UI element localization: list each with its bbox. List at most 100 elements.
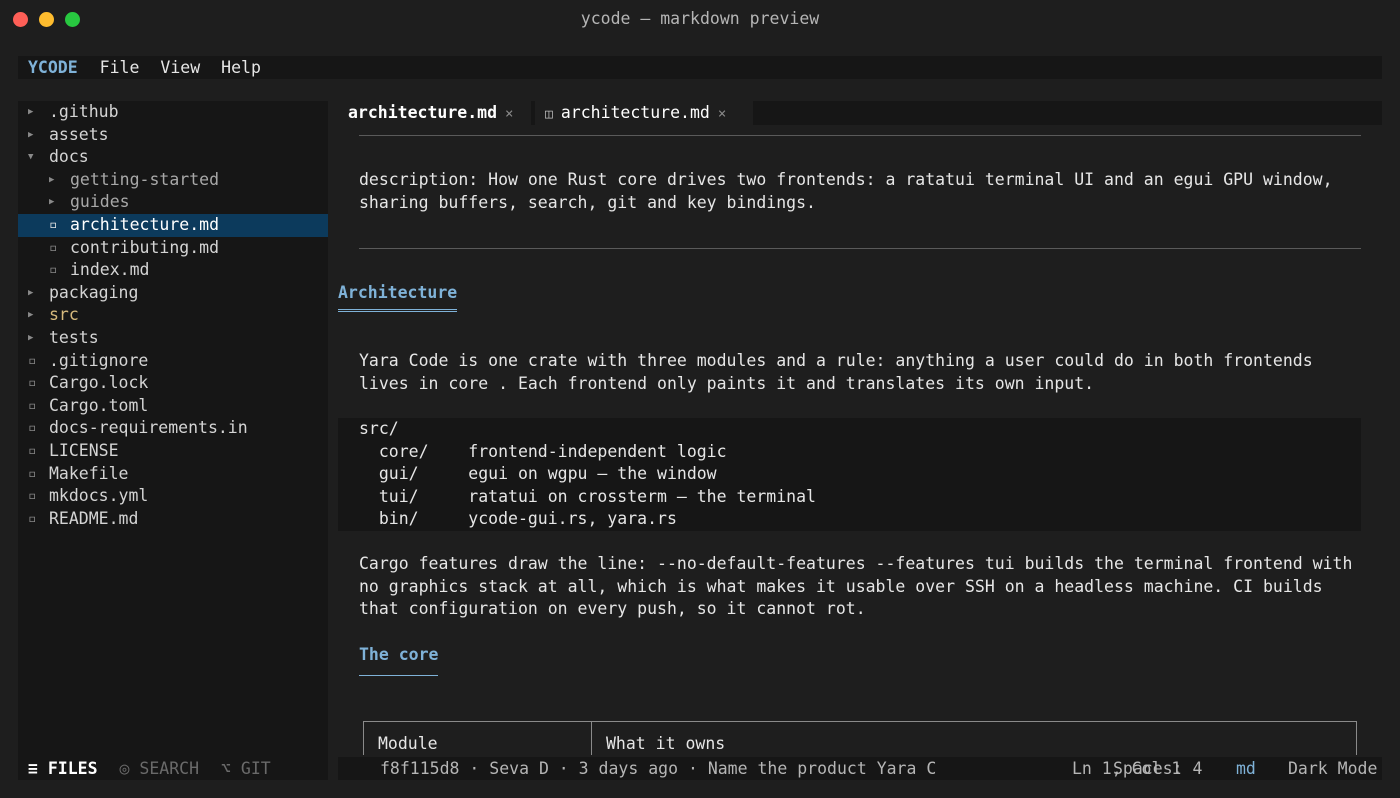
- markdown-preview[interactable]: description: How one Rust core drives tw…: [338, 125, 1382, 755]
- code-line: gui/ egui on wgpu — the window: [359, 464, 717, 484]
- file-icon: ▫: [28, 488, 37, 505]
- front-matter-rule-top: [359, 135, 1361, 136]
- tab-architecture-source[interactable]: architecture.md ×: [338, 101, 531, 125]
- tree-item-label: Makefile: [49, 463, 129, 483]
- tree-item[interactable]: ▫ architecture.md: [18, 214, 328, 237]
- chevron-right-icon: ▶: [28, 287, 34, 298]
- indentation-setting[interactable]: Spaces: 4: [1113, 757, 1202, 780]
- tree-item-label: mkdocs.yml: [49, 486, 149, 506]
- menu-file[interactable]: File: [100, 58, 140, 77]
- window-title: ycode — markdown preview: [580, 9, 820, 28]
- tree-item-label: README.md: [49, 508, 139, 528]
- tree-item[interactable]: ▫ Cargo.toml: [18, 395, 328, 418]
- tree-item-label: src: [49, 305, 79, 325]
- tree-item-label: contributing.md: [70, 237, 220, 257]
- tree-item-label: index.md: [70, 260, 150, 280]
- tree-item[interactable]: ▫ LICENSE: [18, 440, 328, 463]
- file-icon: ▫: [28, 443, 37, 459]
- tree-item[interactable]: ▫ index.md: [18, 259, 328, 282]
- file-icon: ▫: [49, 217, 58, 233]
- chevron-right-icon: ▶: [28, 129, 34, 140]
- tree-item-label: Cargo.lock: [49, 373, 149, 393]
- tree-item-label: getting-started: [70, 169, 220, 189]
- tree-item-label: Cargo.toml: [49, 395, 149, 415]
- chevron-right-icon: ▶: [28, 333, 34, 343]
- code-line: core/ frontend-independent logic: [359, 441, 727, 461]
- chevron-down-icon: ▼: [28, 152, 34, 163]
- app-brand: YCODE: [28, 58, 78, 77]
- tab-close-icon[interactable]: ×: [718, 106, 726, 122]
- sidebar-tab-git[interactable]: ⌥ GIT: [221, 759, 271, 778]
- features-paragraph: Cargo features draw the line: --no-defau…: [359, 554, 1363, 619]
- tree-item[interactable]: ▶ getting-started: [18, 169, 328, 192]
- file-icon: ▫: [28, 420, 37, 437]
- code-line: src/: [359, 419, 399, 438]
- tree-item-label: .github: [49, 102, 119, 121]
- tree-item-label: .gitignore: [49, 350, 149, 370]
- tree-item-label: docs: [49, 147, 89, 167]
- table-column-divider: [591, 722, 592, 755]
- file-explorer: ▶ .github ▶ assets ▼ docs ▶ getting-started ▶ gui…: [18, 101, 328, 780]
- file-icon: ▫: [28, 510, 37, 527]
- table-header-owns: What it owns: [606, 734, 726, 753]
- title-bar: ycode — markdown preview: [0, 0, 1400, 39]
- chevron-right-icon: ▶: [28, 107, 34, 117]
- file-icon: ▫: [28, 465, 37, 482]
- tree-item-label: tests: [49, 328, 99, 347]
- tree-item[interactable]: ▫ README.md: [18, 508, 328, 531]
- tree-item-label: docs-requirements.in: [49, 418, 248, 438]
- tree-item[interactable]: ▶ guides: [18, 191, 328, 214]
- menu-bar: YCODE File View Help: [18, 56, 1382, 79]
- tab-label: architecture.md: [348, 103, 498, 122]
- tree-item[interactable]: ▶ assets: [18, 124, 328, 147]
- file-icon: ▫: [28, 352, 37, 369]
- code-line: tui/ ratatui on crossterm — the terminal: [359, 486, 816, 506]
- tree-item[interactable]: ▫ contributing.md: [18, 237, 328, 260]
- intro-paragraph: Yara Code is one crate with three module…: [359, 351, 1323, 393]
- git-last-commit[interactable]: f8f115d8 · Seva D · 3 days ago · Name th…: [380, 757, 936, 780]
- file-icon: ▫: [49, 262, 58, 279]
- tree-item[interactable]: ▶ packaging: [18, 282, 328, 305]
- theme-toggle[interactable]: Dark Mode: [1288, 757, 1377, 780]
- menu-help[interactable]: Help: [221, 58, 261, 77]
- file-icon: ▫: [49, 239, 58, 256]
- table-header-module: Module: [378, 734, 438, 753]
- tab-label: architecture.md: [560, 103, 710, 122]
- tab-architecture-preview[interactable]: ◫ architecture.md ×: [535, 101, 753, 125]
- file-icon: ▫: [28, 375, 37, 392]
- tree-item[interactable]: ▫ Cargo.lock: [18, 372, 328, 395]
- status-bar: f8f115d8 · Seva D · 3 days ago · Name th…: [338, 757, 1382, 780]
- file-icon: ▫: [28, 397, 37, 414]
- tree-item[interactable]: ▼ docs: [18, 146, 328, 169]
- tree-item[interactable]: ▫ mkdocs.yml: [18, 485, 328, 508]
- tree-item-label: assets: [49, 124, 109, 144]
- front-matter-description: description: How one Rust core drives tw…: [359, 170, 1343, 212]
- tree-item-label: architecture.md: [70, 215, 220, 234]
- code-line: bin/ ycode-gui.rs, yara.rs: [359, 509, 677, 529]
- sidebar-tab-files[interactable]: ≡ FILES: [28, 759, 98, 778]
- tree-item-label: LICENSE: [49, 441, 119, 460]
- module-table: Module What it owns: [363, 721, 1357, 755]
- heading-the-core: The core: [359, 644, 439, 676]
- tree-item[interactable]: ▶ .github: [18, 101, 328, 124]
- tree-item[interactable]: ▶ tests: [18, 327, 328, 350]
- tree-item[interactable]: ▫ docs-requirements.in: [18, 417, 328, 440]
- sidebar-tab-search[interactable]: ◎ SEARCH: [120, 759, 199, 778]
- tree-item-label: packaging: [49, 282, 139, 302]
- menu-view[interactable]: View: [160, 58, 200, 77]
- chevron-right-icon: ▶: [28, 310, 34, 321]
- code-block: src/ core/ frontend-independent logic gu…: [338, 418, 1361, 531]
- tree-item[interactable]: ▶ src: [18, 304, 328, 327]
- tree-item[interactable]: ▫ Makefile: [18, 463, 328, 486]
- tree-item-label: guides: [70, 192, 130, 212]
- front-matter-rule-bottom: [359, 248, 1361, 249]
- tab-close-icon[interactable]: ×: [505, 106, 513, 122]
- language-mode[interactable]: md: [1236, 757, 1256, 780]
- tree-item[interactable]: ▫ .gitignore: [18, 350, 328, 373]
- preview-icon: ◫: [545, 107, 553, 122]
- chevron-right-icon: ▶: [49, 174, 55, 185]
- heading-architecture: Architecture: [338, 282, 458, 312]
- editor-tab-bar: architecture.md × ◫ architecture.md ×: [338, 101, 1382, 125]
- chevron-right-icon: ▶: [49, 197, 55, 208]
- sidebar-tabs: ≡ FILES ◎ SEARCH ⌥ GIT: [18, 756, 328, 780]
